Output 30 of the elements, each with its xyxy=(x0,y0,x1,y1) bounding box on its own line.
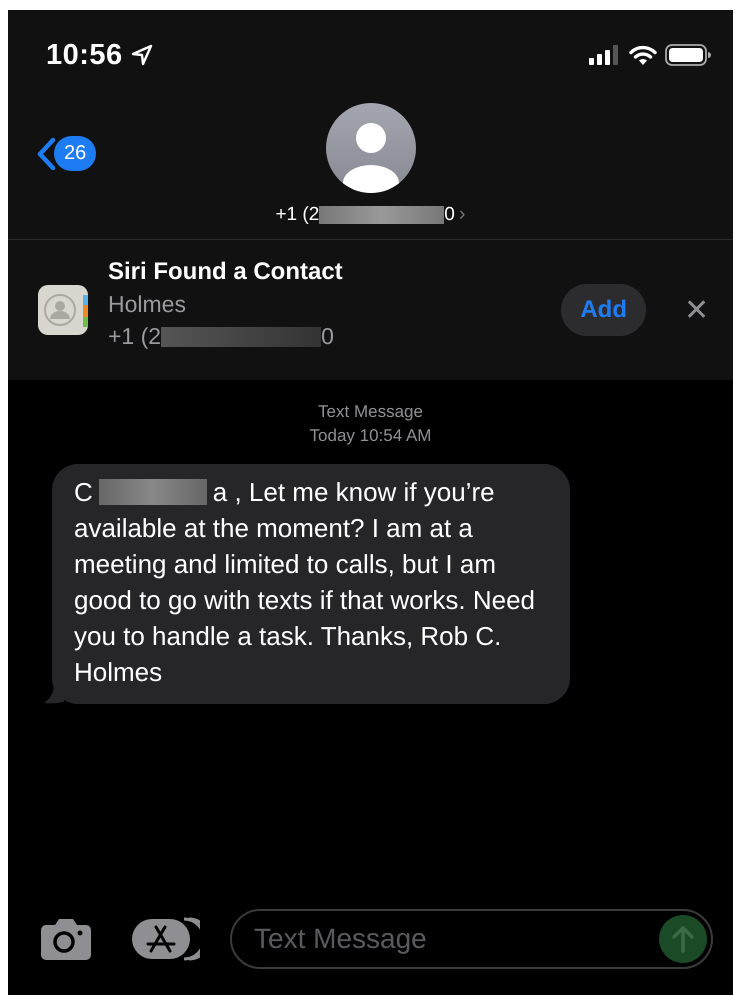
battery-icon xyxy=(665,44,711,66)
message-text: a , Let me know if you’re xyxy=(212,476,495,509)
message-text: C xyxy=(74,476,93,509)
contact-phone[interactable]: +1 (2 xyxy=(275,204,320,226)
chevron-icon: › xyxy=(458,203,466,226)
app-store-icon[interactable] xyxy=(132,917,200,961)
close-button[interactable]: ✕ xyxy=(680,292,713,328)
contact-phone: +1 (2 xyxy=(108,323,162,350)
contacts-app-icon xyxy=(38,285,88,335)
signal-icon xyxy=(589,45,621,65)
up-arrow-icon xyxy=(672,925,694,953)
wifi-icon xyxy=(629,45,657,65)
contact-phone[interactable]: 0 xyxy=(444,204,455,226)
location-arrow-icon xyxy=(130,44,153,66)
contact-phone: 0 xyxy=(321,323,334,350)
send-button[interactable] xyxy=(659,915,707,963)
status-time: 10:56 xyxy=(46,38,123,72)
banner-title: Siri Found a Contact xyxy=(108,258,343,286)
message-timestamp: Today 10:54 AM xyxy=(310,426,432,446)
back-chevron-icon xyxy=(36,136,56,170)
service-label: Text Message xyxy=(318,402,423,422)
unread-badge: 26 xyxy=(54,136,96,171)
add-contact-button[interactable]: Add xyxy=(561,284,646,336)
avatar-icon[interactable] xyxy=(326,103,416,193)
message-field[interactable]: Text Message xyxy=(230,909,713,969)
message-input[interactable]: Text Message xyxy=(254,923,659,955)
message-text: available at the moment? I am at a meeting and limited to calls, but I am good to go with texts if that works. Need you to handle a task. Thanks, Rob C. Holmes xyxy=(74,512,536,689)
camera-icon[interactable] xyxy=(40,918,92,960)
contact-name: Holmes xyxy=(108,291,187,318)
back-button[interactable]: 26 xyxy=(36,136,96,171)
